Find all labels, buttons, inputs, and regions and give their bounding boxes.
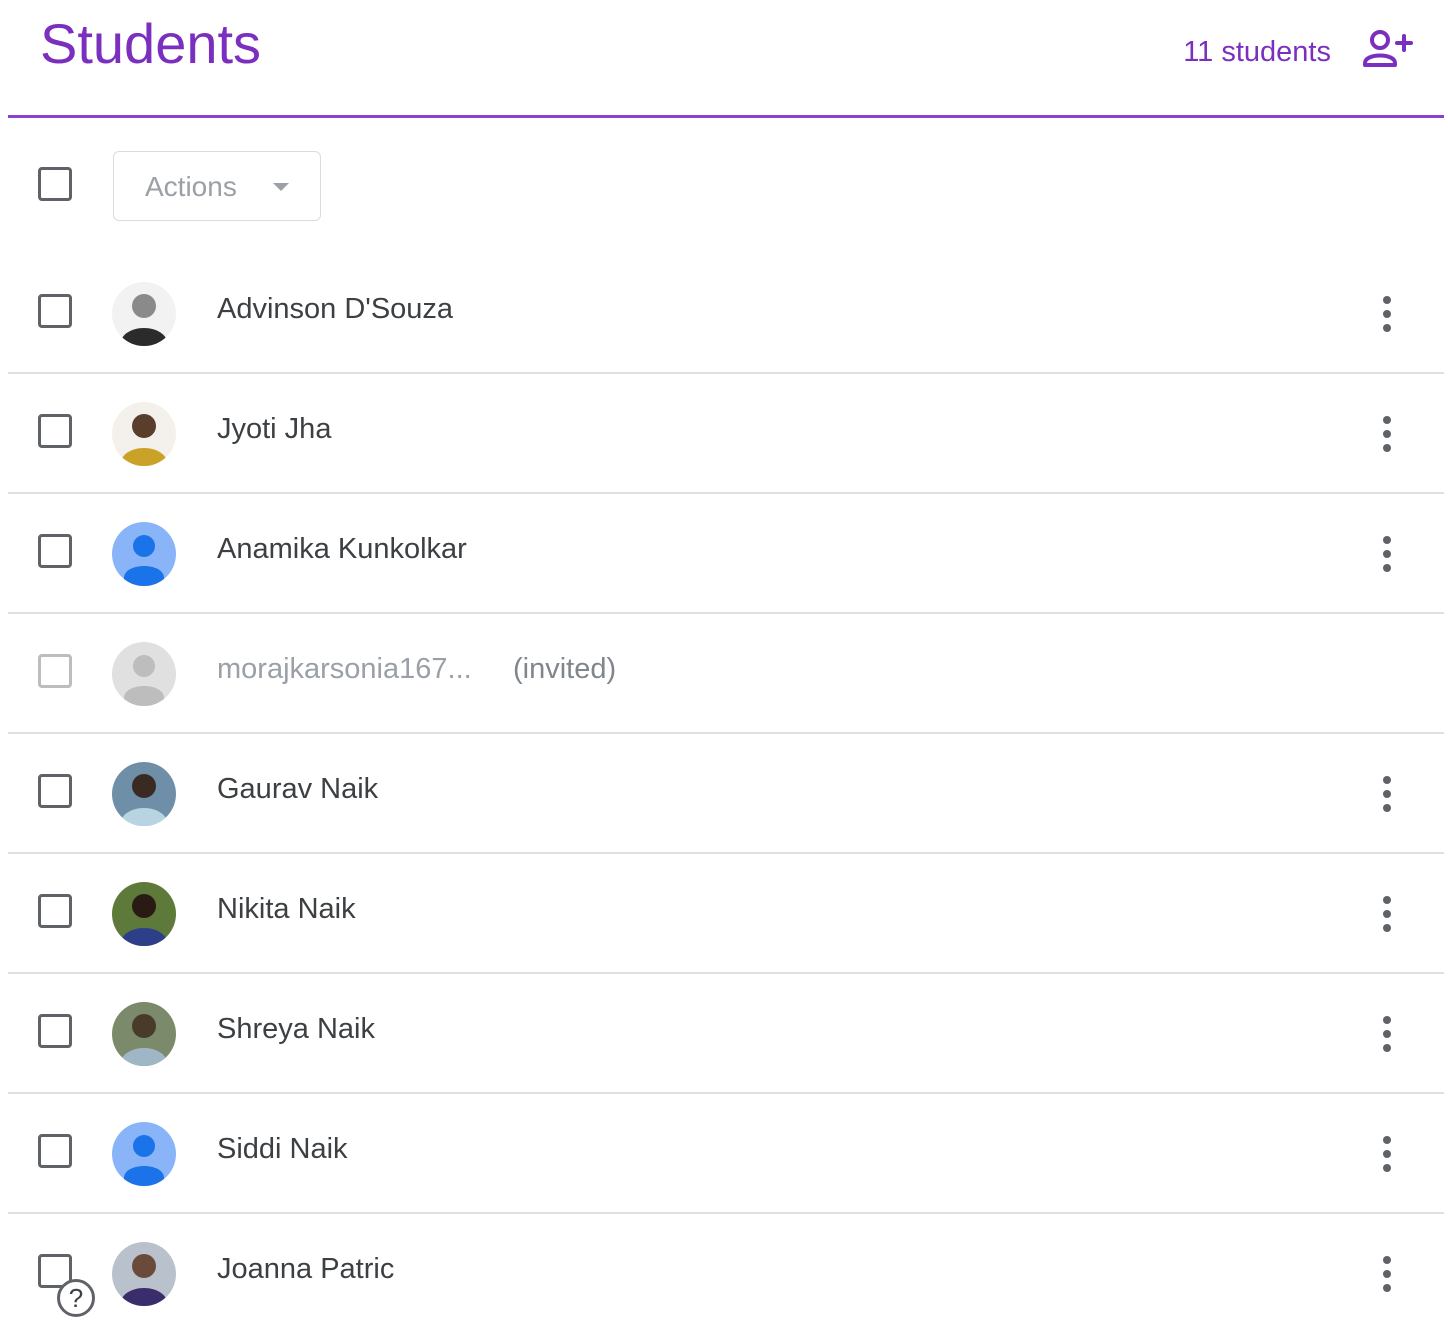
student-count: 11 students xyxy=(1183,36,1331,68)
student-name: morajkarsonia167... xyxy=(217,653,472,685)
help-icon[interactable]: ? xyxy=(57,1279,95,1317)
actions-dropdown-button[interactable]: Actions xyxy=(113,151,321,221)
more-dot xyxy=(1383,776,1391,784)
student-name: Joanna Patric xyxy=(217,1253,395,1285)
more-vert-icon[interactable] xyxy=(1372,404,1402,464)
more-dot xyxy=(1383,444,1391,452)
avatar xyxy=(112,882,176,946)
more-dot xyxy=(1383,1270,1391,1278)
more-vert-icon[interactable] xyxy=(1372,1244,1402,1304)
more-dot xyxy=(1383,1016,1391,1024)
student-name: Advinson D'Souza xyxy=(217,293,454,325)
student-checkbox xyxy=(38,654,72,688)
avatar xyxy=(112,642,176,706)
more-dot xyxy=(1383,296,1391,304)
header-divider xyxy=(8,115,1444,118)
student-checkbox[interactable] xyxy=(38,894,72,928)
more-dot xyxy=(1383,550,1391,558)
student-row[interactable]: Siddi Naik xyxy=(0,1094,1448,1214)
student-row[interactable]: Gaurav Naik xyxy=(0,734,1448,854)
avatar xyxy=(112,1002,176,1066)
student-row[interactable]: Anamika Kunkolkar xyxy=(0,494,1448,614)
more-vert-icon[interactable] xyxy=(1372,764,1402,824)
dropdown-caret-icon xyxy=(273,183,289,191)
avatar xyxy=(112,1122,176,1186)
more-dot xyxy=(1383,1256,1391,1264)
student-checkbox[interactable] xyxy=(38,294,72,328)
more-vert-icon[interactable] xyxy=(1372,1004,1402,1064)
person-add-icon[interactable] xyxy=(1360,27,1416,75)
avatar xyxy=(112,522,176,586)
more-dot xyxy=(1383,1150,1391,1158)
student-name: Gaurav Naik xyxy=(217,773,379,805)
more-vert-icon[interactable] xyxy=(1372,524,1402,584)
student-row[interactable]: Joanna Patric xyxy=(0,1214,1448,1334)
student-name: Jyoti Jha xyxy=(217,413,332,445)
student-checkbox[interactable] xyxy=(38,774,72,808)
student-row[interactable]: Shreya Naik xyxy=(0,974,1448,1094)
more-vert-icon[interactable] xyxy=(1372,1124,1402,1184)
student-row[interactable]: Jyoti Jha xyxy=(0,374,1448,494)
student-name: Anamika Kunkolkar xyxy=(217,533,467,565)
page-title: Students xyxy=(40,12,262,75)
avatar xyxy=(112,282,176,346)
invited-status: (invited) xyxy=(513,653,617,685)
student-row[interactable]: Nikita Naik xyxy=(0,854,1448,974)
page-header: Students 11 students xyxy=(0,0,1448,118)
more-dot xyxy=(1383,564,1391,572)
avatar xyxy=(112,762,176,826)
student-checkbox[interactable] xyxy=(38,1014,72,1048)
more-dot xyxy=(1383,1030,1391,1038)
student-checkbox[interactable] xyxy=(38,534,72,568)
more-dot xyxy=(1383,1284,1391,1292)
student-row[interactable]: morajkarsonia167... (invited) xyxy=(0,614,1448,734)
avatar xyxy=(112,1242,176,1306)
select-all-checkbox[interactable] xyxy=(38,167,72,201)
more-vert-icon[interactable] xyxy=(1372,284,1402,344)
actions-label: Actions xyxy=(145,171,237,202)
more-dot xyxy=(1383,804,1391,812)
more-dot xyxy=(1383,430,1391,438)
more-dot xyxy=(1383,416,1391,424)
student-name: Siddi Naik xyxy=(217,1133,348,1165)
more-dot xyxy=(1383,1164,1391,1172)
student-checkbox[interactable] xyxy=(38,414,72,448)
more-dot xyxy=(1383,896,1391,904)
avatar xyxy=(112,402,176,466)
more-dot xyxy=(1383,924,1391,932)
student-row[interactable]: Advinson D'Souza xyxy=(0,254,1448,374)
more-dot xyxy=(1383,1044,1391,1052)
more-dot xyxy=(1383,910,1391,918)
more-dot xyxy=(1383,790,1391,798)
more-dot xyxy=(1383,324,1391,332)
student-checkbox[interactable] xyxy=(38,1134,72,1168)
student-name: Nikita Naik xyxy=(217,893,356,925)
more-vert-icon[interactable] xyxy=(1372,884,1402,944)
more-dot xyxy=(1383,310,1391,318)
more-dot xyxy=(1383,1136,1391,1144)
more-dot xyxy=(1383,536,1391,544)
student-name: Shreya Naik xyxy=(217,1013,375,1045)
